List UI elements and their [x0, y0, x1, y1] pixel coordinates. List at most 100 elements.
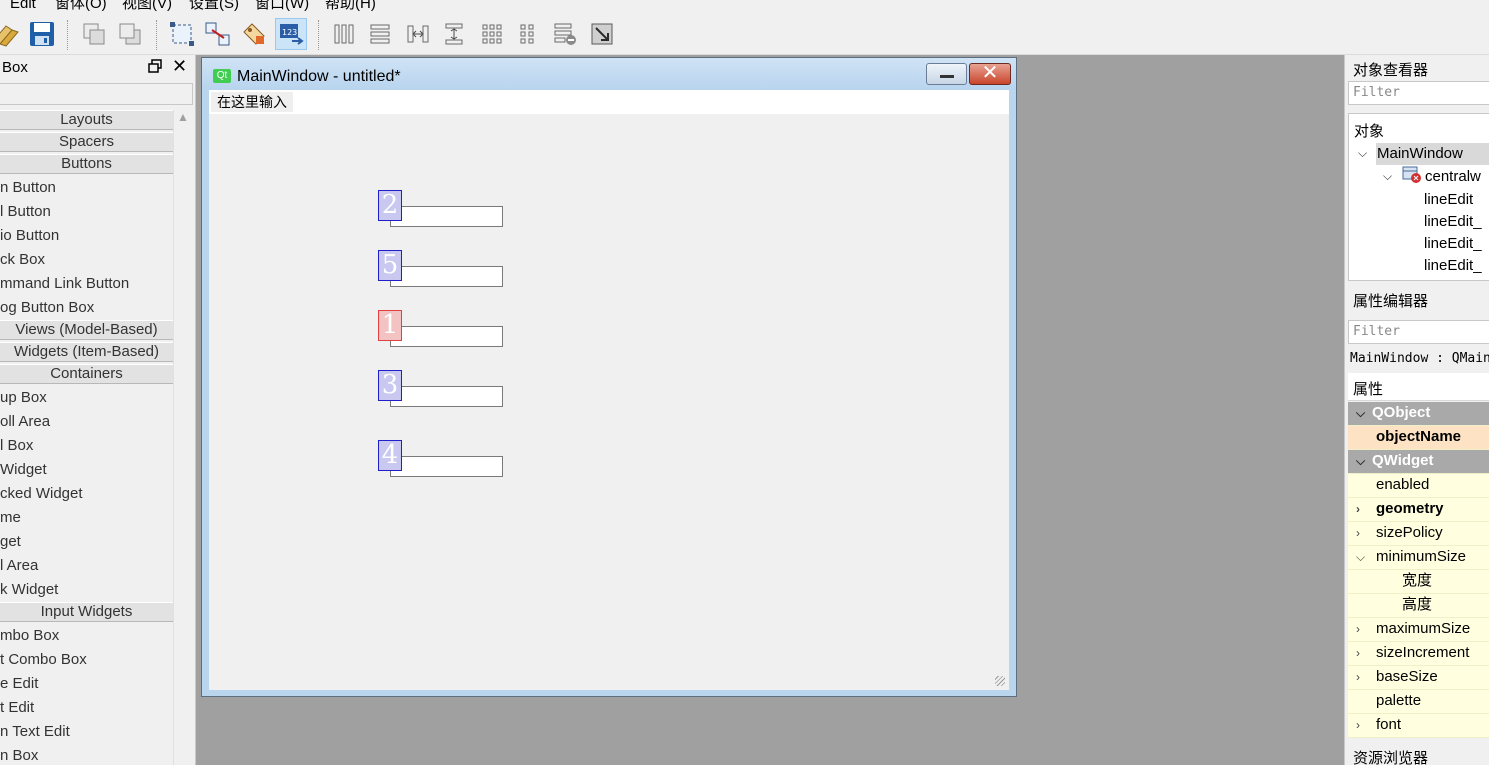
property-row-font[interactable]: › font	[1348, 714, 1489, 738]
widget-item-widget[interactable]: get	[0, 533, 21, 551]
minimize-button[interactable]	[926, 63, 967, 85]
resize-grip[interactable]	[995, 676, 1005, 686]
property-group-qwidget[interactable]: ⌵ QWidget	[1348, 450, 1489, 474]
property-row-enabled[interactable]: enabled	[1348, 474, 1489, 498]
float-icon[interactable]	[148, 59, 162, 73]
widget-item-line-edit[interactable]: e Edit	[0, 675, 38, 693]
widget-item-push-button[interactable]: n Button	[0, 179, 56, 197]
chevron-right-icon[interactable]: ›	[1356, 666, 1360, 688]
widget-item-tab-widget[interactable]: Widget	[0, 461, 47, 479]
close-button[interactable]: ✕	[969, 63, 1011, 85]
widget-box-scrollbar[interactable]: ▲	[173, 110, 193, 765]
widget-item-tool-button[interactable]: l Button	[0, 203, 51, 221]
category-input-widgets[interactable]: Input Widgets	[0, 602, 173, 622]
tab-order-badge-current[interactable]: 1	[378, 310, 402, 341]
edit-widgets-icon[interactable]	[166, 18, 198, 50]
widget-item-tool-box[interactable]: l Box	[0, 437, 33, 455]
layout-form-icon[interactable]	[512, 18, 544, 50]
tree-item-lineedit-2[interactable]: lineEdit_	[1424, 213, 1482, 230]
property-filter-input[interactable]: Filter	[1348, 320, 1489, 344]
widget-item-text-edit[interactable]: t Edit	[0, 699, 34, 717]
open-icon[interactable]	[0, 18, 22, 50]
tree-item-lineedit-4[interactable]: lineEdit_	[1424, 257, 1482, 274]
form-window[interactable]: Qt MainWindow - untitled* ✕ 在这里输入 2 5 1 …	[201, 57, 1017, 697]
menu-settings[interactable]: 设置(S)	[189, 0, 239, 13]
property-row-sizepolicy[interactable]: › sizePolicy	[1348, 522, 1489, 546]
layout-horizontal-icon[interactable]	[328, 18, 360, 50]
tab-order-badge[interactable]: 4	[378, 440, 402, 471]
property-row-geometry[interactable]: › geometry	[1348, 498, 1489, 522]
menu-window[interactable]: 窗口(W)	[255, 0, 309, 13]
splitter-vertical-icon[interactable]	[438, 18, 470, 50]
form-canvas[interactable]: 在这里输入 2 5 1 3 4	[209, 90, 1009, 690]
chevron-down-icon[interactable]: ⌵	[1356, 546, 1365, 568]
widget-filter-input[interactable]	[0, 83, 193, 105]
widget-item-check-box[interactable]: ck Box	[0, 251, 45, 269]
edit-tab-order-icon[interactable]: 123	[275, 18, 307, 50]
widget-item-combo-box[interactable]: mbo Box	[0, 627, 59, 645]
chevron-right-icon[interactable]: ›	[1356, 522, 1360, 544]
splitter-horizontal-icon[interactable]	[402, 18, 434, 50]
property-row-palette[interactable]: palette	[1348, 690, 1489, 714]
widget-item-group-box[interactable]: up Box	[0, 389, 47, 407]
tree-item-lineedit[interactable]: lineEdit	[1424, 191, 1473, 208]
widget-item-frame[interactable]: me	[0, 509, 21, 527]
object-filter-input[interactable]: Filter	[1348, 81, 1489, 105]
category-buttons[interactable]: Buttons	[0, 154, 173, 174]
category-item-widgets[interactable]: Widgets (Item-Based)	[0, 342, 173, 362]
property-row-width[interactable]: 宽度	[1348, 570, 1489, 594]
line-edit-3[interactable]	[390, 326, 503, 347]
widget-item-stacked-widget[interactable]: cked Widget	[0, 485, 83, 503]
bring-to-front-icon[interactable]	[114, 18, 146, 50]
menu-placeholder[interactable]: 在这里输入	[211, 92, 293, 112]
category-item-views[interactable]: Views (Model-Based)	[0, 320, 173, 340]
property-row-maximumsize[interactable]: › maximumSize	[1348, 618, 1489, 642]
edit-buddies-icon[interactable]	[238, 18, 270, 50]
property-group-qobject[interactable]: ⌵ QObject	[1348, 402, 1489, 426]
widget-item-scroll-area[interactable]: oll Area	[0, 413, 50, 431]
property-row-basesize[interactable]: › baseSize	[1348, 666, 1489, 690]
tree-item-mainwindow[interactable]: MainWindow	[1377, 145, 1463, 162]
menu-form[interactable]: 窗体(O)	[55, 0, 107, 13]
widget-item-mdi-area[interactable]: l Area	[0, 557, 38, 575]
menu-edit[interactable]: Edit	[10, 0, 36, 13]
tab-order-badge[interactable]: 2	[378, 190, 402, 221]
layout-vertical-icon[interactable]	[364, 18, 396, 50]
category-layouts[interactable]: Layouts	[0, 110, 173, 130]
chevron-right-icon[interactable]: ›	[1356, 714, 1360, 736]
tab-order-badge[interactable]: 3	[378, 370, 402, 401]
chevron-down-icon[interactable]: ⌵	[1358, 146, 1367, 161]
tree-item-centralwidget[interactable]: centralw	[1425, 168, 1481, 185]
category-containers[interactable]: Containers	[0, 364, 173, 384]
widget-item-dock-widget[interactable]: k Widget	[0, 581, 58, 599]
line-edit-2[interactable]	[390, 266, 503, 287]
line-edit[interactable]	[390, 206, 503, 227]
chevron-up-icon[interactable]: ▲	[177, 110, 189, 124]
layout-grid-icon[interactable]	[476, 18, 508, 50]
property-row-height[interactable]: 高度	[1348, 594, 1489, 618]
widget-item-plain-text-edit[interactable]: n Text Edit	[0, 723, 70, 741]
widget-item-command-link-button[interactable]: mmand Link Button	[0, 275, 129, 293]
chevron-down-icon[interactable]: ⌵	[1356, 402, 1365, 424]
break-layout-icon[interactable]	[549, 18, 581, 50]
save-icon[interactable]	[26, 18, 58, 50]
line-edit-4[interactable]	[390, 386, 503, 407]
chevron-down-icon[interactable]: ⌵	[1383, 169, 1392, 184]
tab-order-badge[interactable]: 5	[378, 250, 402, 281]
widget-item-dialog-button-box[interactable]: og Button Box	[0, 299, 94, 317]
property-row-sizeincrement[interactable]: › sizeIncrement	[1348, 642, 1489, 666]
widget-item-font-combo-box[interactable]: t Combo Box	[0, 651, 87, 669]
tree-item-lineedit-3[interactable]: lineEdit_	[1424, 235, 1482, 252]
chevron-right-icon[interactable]: ›	[1356, 618, 1360, 640]
edit-signals-slots-icon[interactable]	[202, 18, 234, 50]
line-edit-5[interactable]	[390, 456, 503, 477]
chevron-right-icon[interactable]: ›	[1356, 498, 1360, 520]
send-to-back-icon[interactable]	[78, 18, 110, 50]
menu-help[interactable]: 帮助(H)	[325, 0, 376, 13]
property-row-minimumsize[interactable]: ⌵ minimumSize	[1348, 546, 1489, 570]
category-spacers[interactable]: Spacers	[0, 132, 173, 152]
property-row-objectname[interactable]: objectName	[1348, 426, 1489, 450]
chevron-down-icon[interactable]: ⌵	[1356, 450, 1365, 472]
chevron-right-icon[interactable]: ›	[1356, 642, 1360, 664]
adjust-size-icon[interactable]	[586, 18, 618, 50]
